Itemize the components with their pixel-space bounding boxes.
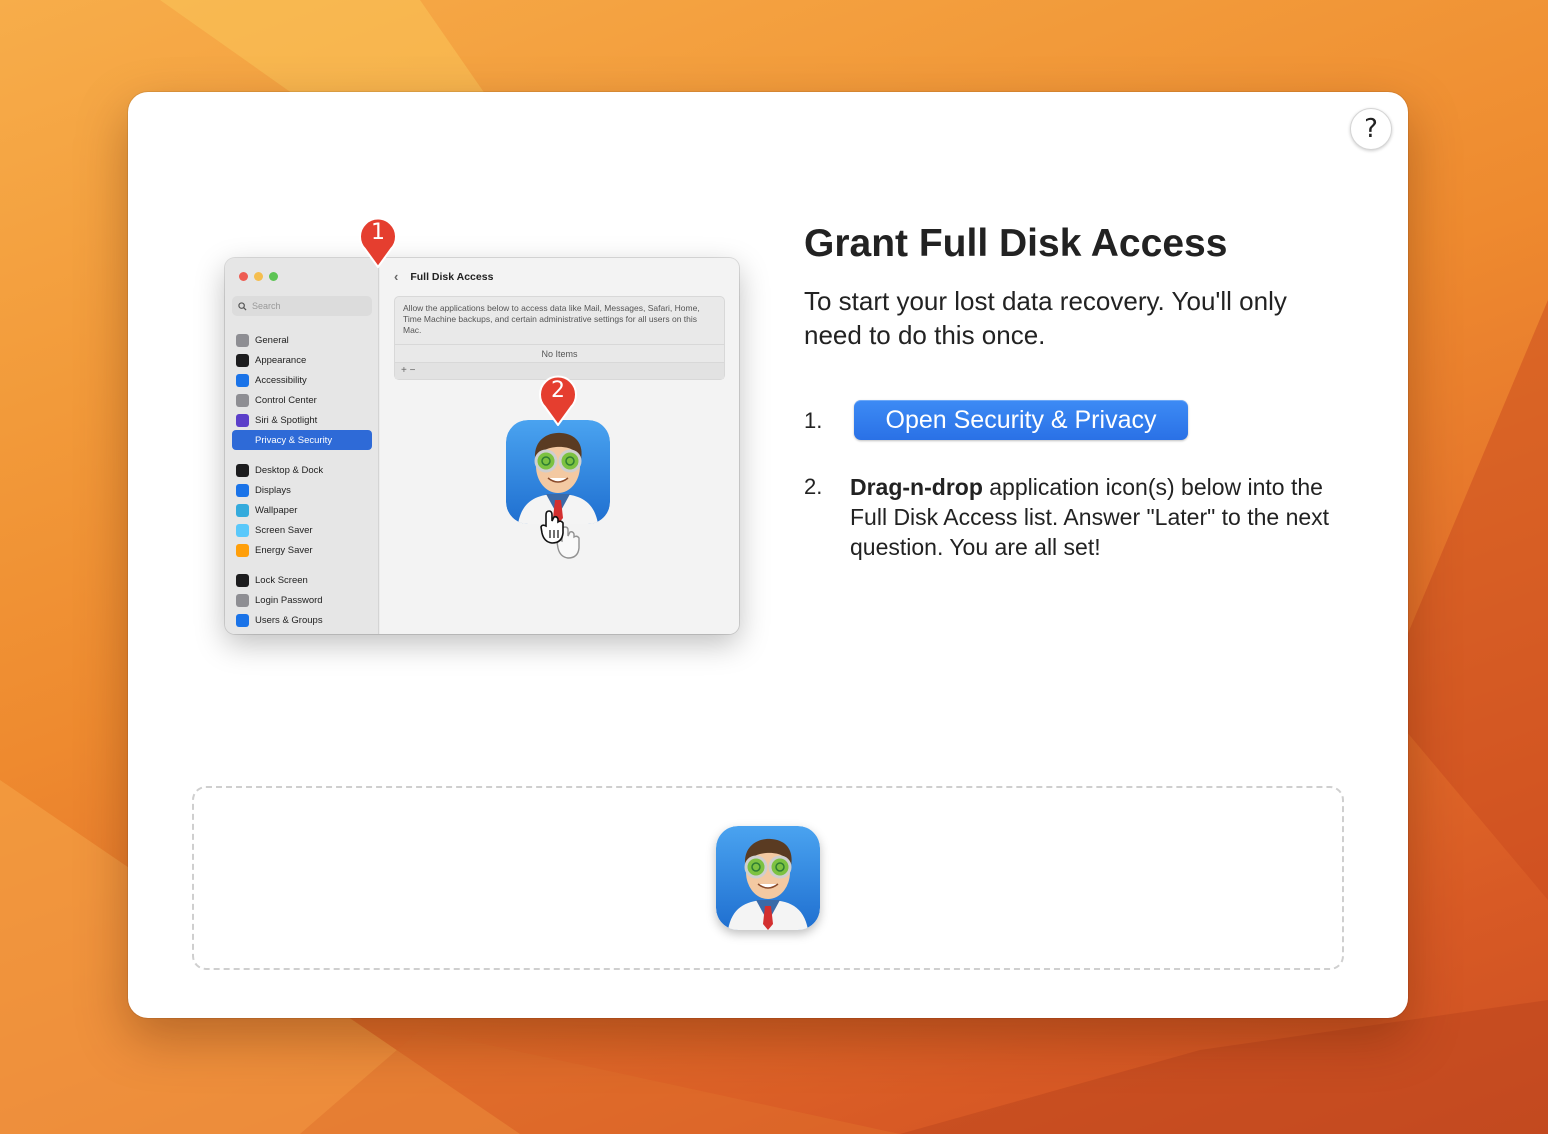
step-2-instructions: Drag-n-drop application icon(s) below in…	[850, 472, 1350, 562]
sidebar-item-energy-saver: Energy Saver	[232, 540, 372, 560]
sidebar-item-icon	[236, 433, 249, 447]
doctor-avatar-icon	[716, 826, 820, 930]
sidebar-item-icon	[236, 373, 249, 387]
back-chevron-icon: ‹	[394, 269, 399, 284]
panel-description: Allow the applications below to access d…	[395, 297, 724, 345]
sidebar-item-siri-spotlight: Siri & Spotlight	[232, 410, 372, 430]
sidebar-item-label: Energy Saver	[255, 544, 313, 556]
step-2-number: 2.	[804, 474, 823, 499]
step-1-pin: 1	[358, 216, 398, 269]
app-icon-illustration	[506, 420, 610, 524]
sidebar-item-login-password: Login Password	[232, 590, 372, 610]
zoom-light-icon	[269, 272, 278, 281]
sidebar-item-label: Screen Saver	[255, 524, 313, 536]
illustration-search-field: Search	[232, 296, 372, 316]
sidebar-item-label: Siri & Spotlight	[255, 414, 318, 426]
sidebar-item-general: General	[232, 330, 372, 350]
grant-access-dialog: ? Search General Appearance Accessibility C…	[128, 92, 1408, 1018]
sidebar-item-accessibility: Accessibility	[232, 370, 372, 390]
sidebar-item-lock-screen: Lock Screen	[232, 570, 372, 590]
illustration-header: ‹ Full Disk Access	[394, 269, 493, 284]
sidebar-item-users-groups: Users & Groups	[232, 610, 372, 630]
dialog-subtitle: To start your lost data recovery. You'll…	[804, 286, 1287, 350]
settings-illustration: Search General Appearance Accessibility Con…	[225, 258, 739, 634]
minimize-light-icon	[254, 272, 263, 281]
sidebar-item-icon	[236, 573, 249, 587]
sidebar-item-icon	[236, 463, 249, 477]
pin-1-number: 1	[371, 220, 385, 245]
sidebar-item-label: Lock Screen	[255, 574, 308, 586]
pin-2-number: 2	[551, 378, 565, 403]
sidebar-item-icon	[236, 503, 249, 517]
open-security-privacy-button[interactable]: Open Security & Privacy	[854, 400, 1188, 440]
sidebar-item-label: Privacy & Security	[255, 434, 333, 446]
panel-title: Full Disk Access	[410, 270, 494, 283]
sidebar-item-label: Control Center	[255, 394, 317, 406]
dialog-title: Grant Full Disk Access	[804, 222, 1228, 265]
sidebar-item-wallpaper: Wallpaper	[232, 500, 372, 520]
sidebar-item-icon	[236, 543, 249, 557]
sidebar-item-icon	[236, 593, 249, 607]
sidebar-item-appearance: Appearance	[232, 350, 372, 370]
search-icon	[238, 301, 247, 311]
doctor-avatar-icon	[506, 420, 610, 524]
sidebar-item-icon	[236, 523, 249, 537]
sidebar-item-label: Accessibility	[255, 374, 307, 386]
step-2-bold: Drag-n-drop	[850, 474, 983, 500]
step-1-number: 1.	[804, 408, 823, 433]
full-disk-access-list: Allow the applications below to access d…	[394, 296, 725, 380]
sidebar-item-desktop-dock: Desktop & Dock	[232, 460, 372, 480]
sidebar-item-label: Displays	[255, 484, 291, 496]
sidebar-item-icon	[236, 413, 249, 427]
sidebar-item-label: Desktop & Dock	[255, 464, 324, 476]
window-traffic-lights	[239, 272, 278, 281]
sidebar-item-privacy-security: Privacy & Security	[232, 430, 372, 450]
draggable-app-icon[interactable]	[716, 826, 820, 930]
sidebar-item-icon	[236, 613, 249, 627]
sidebar-item-icon	[236, 353, 249, 367]
illustration-sidebar: Search General Appearance Accessibility Con…	[225, 258, 379, 634]
step-2-pin: 2	[538, 374, 578, 427]
sidebar-item-label: Appearance	[255, 354, 307, 366]
no-items-label: No Items	[395, 345, 724, 363]
sidebar-item-icon	[236, 393, 249, 407]
search-placeholder: Search	[252, 301, 281, 311]
sidebar-item-icon	[236, 483, 249, 497]
app-icon-drag-source	[192, 786, 1344, 970]
sidebar-item-label: General	[255, 334, 289, 346]
sidebar-item-label: Login Password	[255, 594, 323, 606]
close-light-icon	[239, 272, 248, 281]
sidebar-item-label: Wallpaper	[255, 504, 298, 516]
sidebar-item-control-center: Control Center	[232, 390, 372, 410]
sidebar-item-label: Users & Groups	[255, 614, 323, 626]
sidebar-item-icon	[236, 333, 249, 347]
sidebar-item-displays: Displays	[232, 480, 372, 500]
drag-hand-cursor-icon	[540, 510, 580, 559]
help-button[interactable]: ?	[1350, 108, 1392, 150]
sidebar-item-screen-saver: Screen Saver	[232, 520, 372, 540]
